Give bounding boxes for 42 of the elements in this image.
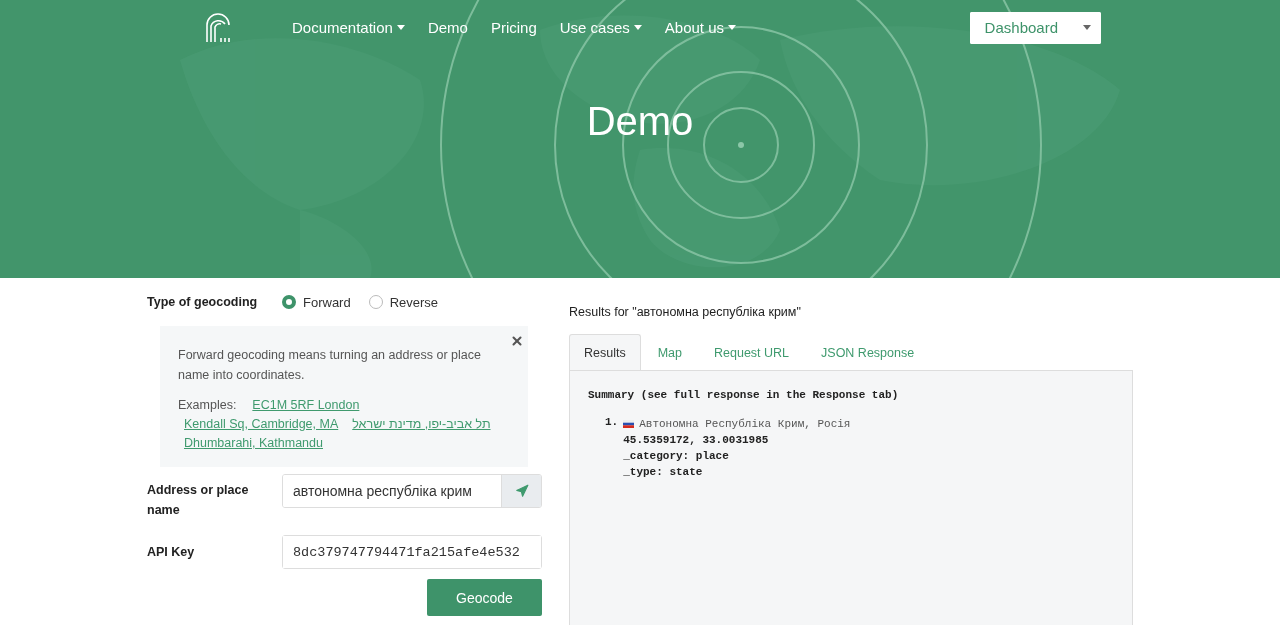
geocode-button[interactable]: Geocode [427, 579, 542, 616]
tab[interactable]: JSON Response [806, 334, 930, 370]
logo-icon[interactable] [205, 12, 233, 43]
example-link[interactable]: תל אביב-יפו, מדינת ישראל [352, 415, 491, 434]
radio-icon[interactable] [368, 295, 383, 309]
flag-icon [623, 420, 635, 428]
nav-link[interactable]: Documentation [292, 19, 405, 36]
tab[interactable]: Results [569, 334, 641, 370]
field-label: Address or place name [147, 482, 250, 519]
radio-option[interactable]: Reverse [368, 294, 439, 310]
list-number: 1. [605, 416, 619, 430]
locate-button[interactable] [501, 475, 541, 507]
radio-option[interactable]: Forward [282, 294, 351, 310]
example-link[interactable]: Kendall Sq, Cambridge, MA [184, 415, 339, 434]
nav-link[interactable]: Demo [427, 19, 468, 36]
caret-icon [728, 25, 737, 30]
nav-link[interactable]: Use cases [559, 19, 642, 36]
caret-icon [1083, 25, 1091, 30]
caret-icon [396, 25, 405, 30]
radio-icon[interactable] [282, 295, 296, 309]
close-button[interactable] [510, 334, 524, 348]
tab[interactable]: Map [642, 334, 697, 370]
example-link[interactable]: EC1M 5RF London [252, 396, 360, 415]
place-name: Автономна Республіка Крим, Росія [639, 417, 851, 432]
nav-link[interactable]: Pricing [490, 19, 537, 36]
results-heading: Results for "автономна республіка крим" [569, 305, 802, 319]
location-arrow-icon [514, 484, 529, 498]
caret-icon [633, 25, 642, 30]
field-label: Type of geocoding [147, 294, 259, 311]
result-detail: _type: state [623, 465, 704, 480]
nav-link[interactable]: About us [664, 19, 737, 36]
address-field[interactable]: автономна республіка крим [282, 474, 542, 508]
info-text: Forward geocoding means turning an address or place name into coordinates. [178, 347, 482, 384]
summary-text: Summary (see full response in the Response tab) [588, 389, 900, 401]
page-title: Demo [585, 99, 695, 144]
api-key-field[interactable]: 8dc379747794471fa215afe4e532 [282, 535, 542, 569]
examples-label: Examples: [178, 397, 237, 414]
result-detail: 45.5359172, 33.0031985 [623, 433, 770, 448]
result-detail: _category: place [623, 449, 730, 464]
tab[interactable]: Request URL [699, 334, 805, 370]
field-label: API Key [147, 544, 196, 561]
example-link[interactable]: Dhumbarahi, Kathmandu [184, 434, 323, 453]
